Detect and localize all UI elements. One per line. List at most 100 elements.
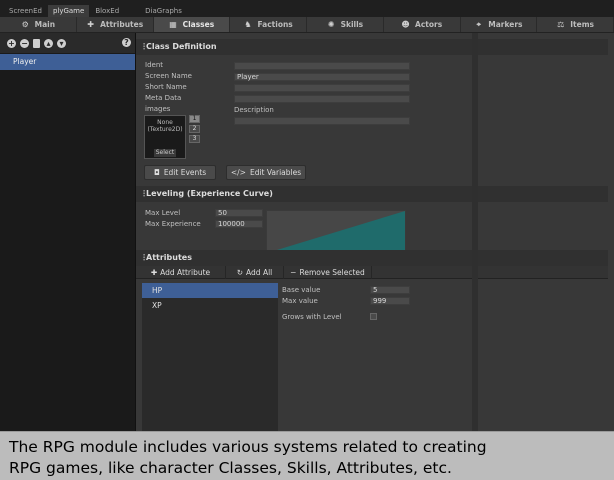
tab-classes[interactable]: ▦ Classes: [153, 17, 231, 32]
short-name-label: Short Name: [145, 83, 187, 91]
tab-label: Actors: [415, 20, 443, 29]
markers-icon: ⌖: [476, 20, 481, 29]
max-value-label: Max value: [282, 297, 318, 305]
max-experience-label: Max Experience: [145, 220, 201, 228]
add-icon[interactable]: +: [7, 38, 16, 48]
image-slot-2-button[interactable]: 2: [189, 125, 200, 133]
section-title: Leveling (Experience Curve): [146, 189, 273, 198]
tab-label: Factions: [257, 20, 293, 29]
remove-selected-label: Remove Selected: [299, 268, 365, 277]
class-definition-header: ⋮ Class Definition: [136, 39, 608, 55]
module-tab-bar: ⚙ Main ✚ Attributes ▦ Classes ♞ Factions ✺ Sk…: [0, 17, 614, 33]
editor-tab-bar: ScreenEd plyGame BloxEd DiaGraphs: [0, 0, 614, 17]
editor-tab-screened[interactable]: ScreenEd: [4, 5, 47, 17]
curve-area: [267, 211, 405, 253]
caption-line-1: The RPG module includes various systems …: [9, 438, 487, 456]
plus-icon: ✚: [150, 268, 158, 277]
class-list-item[interactable]: Player: [0, 54, 135, 70]
add-attribute-button[interactable]: ✚ Add Attribute: [136, 266, 226, 279]
tab-label: Markers: [488, 20, 523, 29]
tab-skills[interactable]: ✺ Skills: [307, 17, 384, 32]
remove-selected-button[interactable]: − Remove Selected: [284, 266, 372, 279]
max-experience-field[interactable]: 100000: [215, 220, 263, 228]
items-icon: ⚖: [557, 20, 565, 29]
attribute-list-item[interactable]: XP: [142, 298, 278, 313]
image-type-text: (Texture2D): [147, 126, 183, 133]
edit-variables-label: Edit Variables: [249, 168, 302, 177]
image-none-text: None: [157, 119, 173, 126]
caption-bar: The RPG module includes various systems …: [0, 431, 614, 480]
meta-data-field[interactable]: [234, 95, 410, 103]
images-label: images: [145, 105, 171, 113]
ident-field[interactable]: [234, 62, 410, 70]
tab-items[interactable]: ⚖ Items: [537, 17, 614, 32]
editor-tab-plygame[interactable]: plyGame: [47, 5, 90, 17]
description-field[interactable]: [234, 117, 410, 125]
ident-label: Ident: [145, 61, 163, 69]
move-down-icon[interactable]: ▾: [57, 38, 66, 48]
grows-with-level-label: Grows with Level: [282, 313, 342, 321]
actors-icon: ☻: [401, 20, 410, 29]
caption-line-2: RPG games, like character Classes, Skill…: [9, 459, 452, 477]
tab-main[interactable]: ⚙ Main: [0, 17, 77, 32]
base-value-field[interactable]: 5: [370, 286, 410, 294]
edit-events-button[interactable]: ◘ Edit Events: [144, 165, 216, 180]
grip-icon: ⋮: [140, 189, 148, 198]
editor-tab-bloxed[interactable]: BloxEd: [90, 5, 124, 17]
description-label: Description: [234, 106, 274, 114]
plus-icon: ✚: [87, 20, 94, 29]
code-icon: </>: [230, 168, 246, 177]
tab-markers[interactable]: ⌖ Markers: [461, 17, 538, 32]
refresh-icon: ↻: [236, 268, 244, 277]
tab-label: Attributes: [100, 20, 144, 29]
section-title: Class Definition: [146, 42, 217, 51]
remove-icon[interactable]: −: [20, 38, 29, 48]
tab-label: Items: [570, 20, 594, 29]
image-select-button[interactable]: Select: [154, 149, 176, 157]
attribute-list-item[interactable]: HP: [142, 283, 278, 298]
factions-icon: ♞: [244, 20, 252, 29]
scrollbar[interactable]: [472, 33, 478, 431]
editor-tab-diagraphs[interactable]: DiaGraphs: [140, 5, 187, 17]
max-level-field[interactable]: 50: [215, 209, 263, 217]
attribute-list: HP XP: [142, 283, 278, 431]
image-slot-3-button[interactable]: 3: [189, 135, 200, 143]
grip-icon: ⋮: [140, 253, 148, 262]
grip-icon: ⋮: [140, 42, 148, 51]
tab-actors[interactable]: ☻ Actors: [384, 17, 461, 32]
add-all-label: Add All: [246, 268, 273, 277]
help-icon[interactable]: ?: [122, 38, 131, 47]
tab-label: Classes: [182, 20, 215, 29]
tab-factions[interactable]: ♞ Factions: [230, 17, 307, 32]
experience-curve-graph: [267, 211, 405, 253]
skills-icon: ✺: [327, 20, 335, 29]
duplicate-icon[interactable]: [33, 38, 40, 48]
grows-with-level-checkbox[interactable]: [370, 313, 377, 320]
class-editor-panel: ⋮ Class Definition Ident Screen Name Pla…: [136, 33, 614, 431]
experience-curve[interactable]: [266, 210, 406, 254]
minus-icon: −: [290, 268, 297, 277]
class-list-panel: + − ▴ ▾ ? Player: [0, 33, 136, 431]
section-title: Attributes: [146, 253, 192, 262]
attributes-toolbar: ✚ Add Attribute ↻ Add All − Remove Selec…: [136, 266, 608, 279]
screen-name-label: Screen Name: [145, 72, 192, 80]
image-slot-1-button[interactable]: 1: [189, 115, 200, 123]
editor-tab-spacer: [125, 5, 139, 17]
edit-events-label: Edit Events: [163, 168, 207, 177]
edit-variables-button[interactable]: </> Edit Variables: [226, 165, 306, 180]
base-value-label: Base value: [282, 286, 321, 294]
attributes-header: ⋮ Attributes: [136, 250, 608, 266]
tab-attributes[interactable]: ✚ Attributes: [77, 17, 154, 32]
gear-icon: ⚙: [21, 20, 29, 29]
max-value-field[interactable]: 999: [370, 297, 410, 305]
add-attribute-label: Add Attribute: [160, 268, 211, 277]
tab-label: Skills: [340, 20, 364, 29]
events-icon: ◘: [153, 168, 160, 177]
screen-name-field[interactable]: Player: [234, 73, 410, 81]
class-list-toolbar: + − ▴ ▾ ?: [0, 33, 135, 53]
add-all-button[interactable]: ↻ Add All: [226, 266, 284, 279]
move-up-icon[interactable]: ▴: [44, 38, 53, 48]
max-level-label: Max Level: [145, 209, 181, 217]
short-name-field[interactable]: [234, 84, 410, 92]
meta-data-label: Meta Data: [145, 94, 182, 102]
